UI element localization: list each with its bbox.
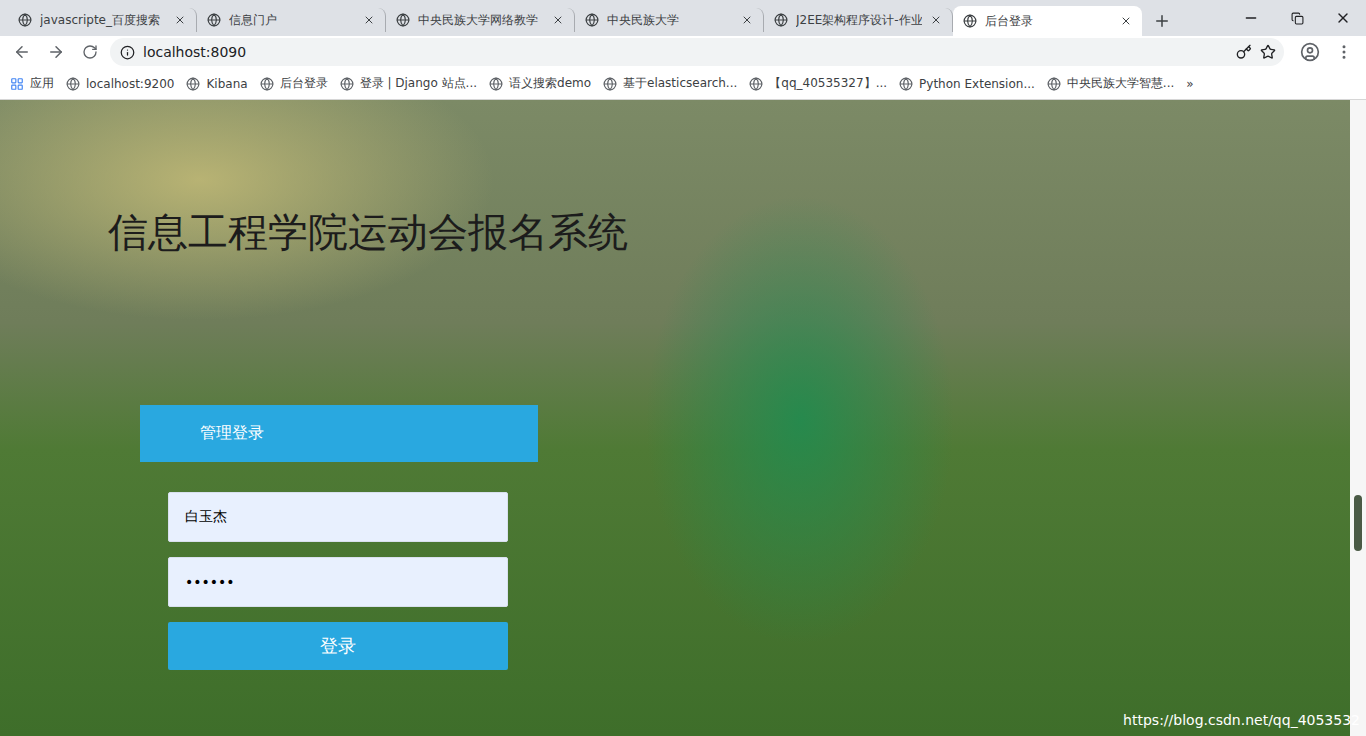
login-page: 信息工程学院运动会报名系统管理登录登录https://blog.csdn.net… — [0, 100, 1366, 736]
bookmark[interactable]: localhost:9200 — [66, 77, 174, 91]
close-icon[interactable] — [1120, 15, 1132, 27]
new-tab-button[interactable] — [1142, 6, 1182, 36]
favicon-icon — [774, 13, 788, 27]
bookmark-icon — [1047, 77, 1061, 91]
favicon-icon — [207, 13, 221, 27]
reload-button[interactable] — [76, 38, 104, 66]
login-form: 登录 — [140, 462, 538, 670]
tab-strip: javascripte_百度搜索信息门户中央民族大学网络教学中央民族大学J2EE… — [0, 0, 1366, 36]
back-button[interactable] — [8, 38, 36, 66]
system-title: 信息工程学院运动会报名系统 — [108, 204, 1350, 260]
browser-tab[interactable]: 后台登录 — [953, 6, 1142, 36]
browser-tab[interactable]: javascripte_百度搜索 — [8, 8, 197, 32]
bookmark[interactable]: » — [1186, 77, 1193, 91]
scrollbar-thumb[interactable] — [1354, 495, 1362, 551]
bookmark[interactable]: 中央民族大学智慧... — [1047, 75, 1174, 92]
bookmark[interactable]: 应用 — [10, 75, 54, 92]
scrollbar[interactable] — [1350, 100, 1366, 736]
forward-arrow-icon — [47, 43, 65, 61]
bookmark-icon — [186, 77, 200, 91]
bookmark-icon — [340, 77, 354, 91]
close-icon[interactable] — [741, 14, 753, 26]
browser-tab[interactable]: 中央民族大学网络教学 — [386, 8, 575, 32]
info-icon — [120, 45, 135, 60]
back-arrow-icon — [13, 43, 31, 61]
bookmark[interactable]: 语义搜索demo — [489, 75, 591, 92]
bookmark[interactable]: 基于elasticsearch... — [603, 75, 737, 92]
close-button[interactable] — [1320, 0, 1366, 36]
background-photo: 信息工程学院运动会报名系统管理登录登录 — [0, 100, 1350, 736]
bookmark-icon — [260, 77, 274, 91]
minimize-icon — [1243, 10, 1259, 26]
password-field[interactable] — [168, 557, 508, 607]
watermark: https://blog.csdn.net/qq_4053532 — [1123, 712, 1360, 728]
bookmark[interactable]: Kibana — [186, 77, 247, 91]
favicon-icon — [585, 13, 599, 27]
reload-icon — [82, 44, 98, 60]
bookmark[interactable]: 【qq_40535327】... — [749, 75, 887, 92]
bookmark[interactable]: 后台登录 — [260, 75, 328, 92]
browser-tab[interactable]: 中央民族大学 — [575, 8, 764, 32]
menu-button[interactable] — [1330, 38, 1358, 66]
login-button[interactable]: 登录 — [168, 622, 508, 670]
favicon-icon — [18, 13, 32, 27]
browser-tab[interactable]: 信息门户 — [197, 8, 386, 32]
window-controls — [1228, 0, 1366, 36]
plus-icon — [1153, 12, 1171, 30]
close-icon[interactable] — [930, 14, 942, 26]
bookmark-icon — [66, 77, 80, 91]
bookmark[interactable]: Python Extension... — [899, 77, 1035, 91]
bookmark-icon — [749, 77, 763, 91]
favicon-icon — [396, 13, 410, 27]
account-button[interactable] — [1296, 38, 1324, 66]
forward-button[interactable] — [42, 38, 70, 66]
browser-tab[interactable]: J2EE架构程序设计-作业 — [764, 8, 953, 32]
account-icon — [1300, 42, 1320, 62]
bookmark[interactable]: 登录 | Django 站点... — [340, 75, 477, 92]
bookmark-icon — [489, 77, 503, 91]
bookmark-icon — [899, 77, 913, 91]
menu-dots-icon — [1335, 43, 1353, 61]
key-icon[interactable] — [1236, 44, 1252, 60]
star-icon[interactable] — [1260, 44, 1276, 60]
panel-header: 管理登录 — [140, 405, 538, 462]
address-bar[interactable]: localhost:8090 — [110, 38, 1284, 66]
apps-grid-icon — [10, 77, 24, 91]
close-icon — [1335, 10, 1351, 26]
favicon-icon — [963, 14, 977, 28]
toolbar: localhost:8090 — [0, 36, 1366, 68]
close-icon[interactable] — [363, 14, 375, 26]
username-field[interactable] — [168, 492, 508, 542]
close-icon[interactable] — [552, 14, 564, 26]
bookmarks-bar: 应用 localhost:9200 Kibana 后台登录登录 | Django 站点… — [0, 68, 1366, 100]
restore-button[interactable] — [1274, 0, 1320, 36]
bookmark-icon — [603, 77, 617, 91]
restore-icon — [1291, 12, 1304, 25]
browser-window: javascripte_百度搜索信息门户中央民族大学网络教学中央民族大学J2EE… — [0, 0, 1366, 736]
minimize-button[interactable] — [1228, 0, 1274, 36]
login-panel: 管理登录登录 — [140, 405, 538, 670]
close-icon[interactable] — [174, 14, 186, 26]
